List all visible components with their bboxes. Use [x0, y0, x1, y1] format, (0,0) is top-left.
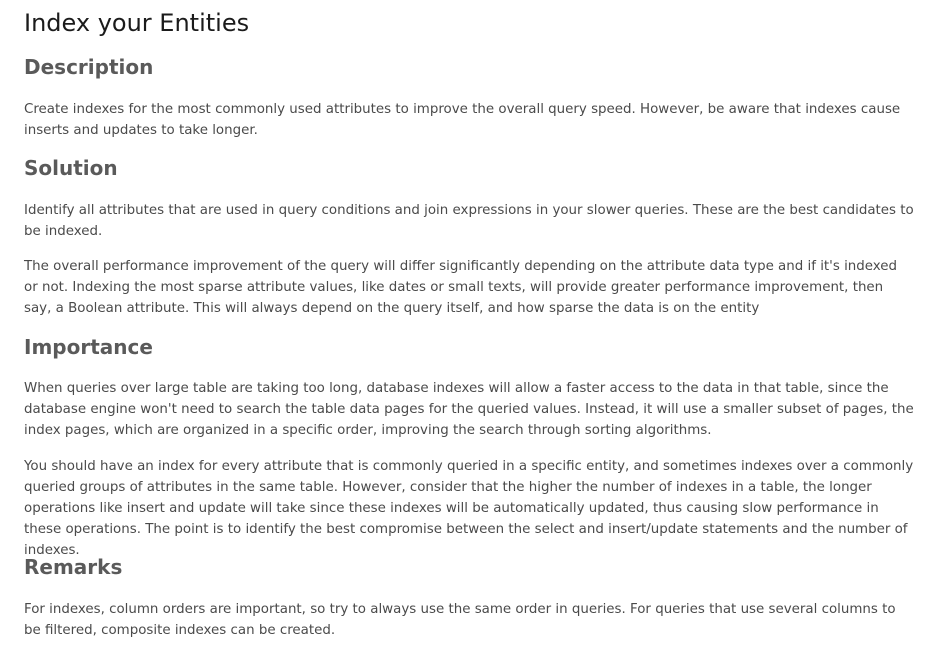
- remarks-paragraph-1: For indexes, column orders are important…: [24, 602, 896, 638]
- importance-paragraph-2: You should have an index for every attri…: [24, 459, 914, 558]
- heading-description: Description: [24, 55, 154, 79]
- solution-paragraph-1: Identify all attributes that are used in…: [24, 203, 914, 239]
- heading-importance: Importance: [24, 335, 153, 359]
- importance-paragraph-1: When queries over large table are taking…: [24, 381, 914, 438]
- description-paragraph-1: Create indexes for the most commonly use…: [24, 102, 901, 138]
- solution-paragraph-2: The overall performance improvement of t…: [24, 259, 898, 316]
- page-title: Index your Entities: [24, 9, 250, 37]
- heading-remarks: Remarks: [24, 555, 123, 579]
- heading-solution: Solution: [24, 156, 118, 180]
